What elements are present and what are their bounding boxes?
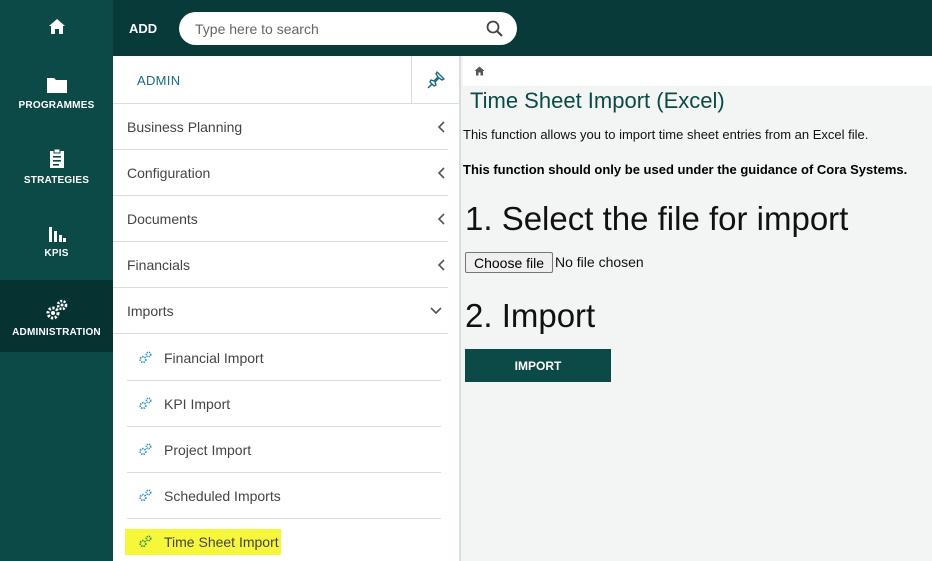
- rail-label-programmes: PROGRAMMES: [18, 100, 95, 111]
- admin-menu-panel: ADMIN Business Planning Configuration Do…: [113, 56, 461, 561]
- rail-label-administration: ADMINISTRATION: [12, 327, 101, 338]
- submenu-item-label: Scheduled Imports: [164, 488, 281, 504]
- rail-label-strategies: STRATEGIES: [23, 175, 90, 186]
- rail-kpis[interactable]: KPIS: [0, 214, 113, 278]
- panel-header: ADMIN: [113, 56, 459, 104]
- menu-item-label: Business Planning: [127, 119, 243, 135]
- bar-chart-icon: [48, 227, 66, 242]
- submenu-item-project-import[interactable]: Project Import: [127, 427, 441, 473]
- menu-item-label: Configuration: [127, 165, 211, 181]
- chevron-left-icon: [438, 259, 445, 271]
- submenu-item-time-sheet-import[interactable]: Time Sheet Import: [125, 519, 441, 561]
- main-content: Time Sheet Import (Excel) This function …: [463, 56, 932, 561]
- gears-icon: [139, 489, 152, 502]
- pin-icon: [427, 71, 445, 89]
- clipboard-icon: [49, 149, 64, 168]
- menu-item-imports[interactable]: Imports: [113, 288, 448, 334]
- intro-text: This function allows you to import time …: [463, 127, 869, 142]
- gears-icon: [46, 299, 67, 320]
- search-box: [179, 12, 517, 45]
- chevron-left-icon: [438, 167, 445, 179]
- submenu-item-kpi-import[interactable]: KPI Import: [127, 381, 441, 427]
- home-icon[interactable]: [474, 66, 485, 76]
- submenu-item-scheduled-imports[interactable]: Scheduled Imports: [127, 473, 441, 519]
- rail-home[interactable]: [0, 0, 113, 56]
- pin-button[interactable]: [411, 56, 459, 104]
- search-icon[interactable]: [486, 20, 503, 37]
- chevron-down-icon: [430, 307, 442, 315]
- submenu-item-financial-import[interactable]: Financial Import: [127, 335, 441, 381]
- gears-icon: [139, 351, 152, 364]
- chevron-left-icon: [438, 213, 445, 225]
- rail-strategies[interactable]: STRATEGIES: [0, 140, 113, 204]
- menu-item-label: Financials: [127, 257, 191, 273]
- file-status-text: No file chosen: [555, 254, 644, 270]
- top-bar: ADD: [113, 0, 932, 56]
- menu-item-business-planning[interactable]: Business Planning: [113, 104, 448, 150]
- menu-item-financials[interactable]: Financials: [113, 242, 448, 288]
- chevron-left-icon: [438, 121, 445, 133]
- gears-icon: [139, 443, 152, 456]
- gears-icon: [139, 535, 152, 548]
- folder-icon: [46, 78, 67, 93]
- import-button[interactable]: IMPORT: [465, 349, 611, 382]
- breadcrumb: [463, 56, 932, 86]
- menu-item-configuration[interactable]: Configuration: [113, 150, 448, 196]
- add-button[interactable]: ADD: [129, 21, 157, 36]
- submenu-item-label: KPI Import: [164, 396, 231, 412]
- choose-file-button[interactable]: Choose file: [465, 252, 554, 273]
- submenu-item-label: Time Sheet Import: [164, 534, 279, 550]
- submenu-item-label: Project Import: [164, 442, 252, 458]
- rail-label-kpis: KPIS: [44, 248, 69, 259]
- rail-programmes[interactable]: PROGRAMMES: [0, 66, 113, 130]
- menu-item-label: Documents: [127, 211, 198, 227]
- step1-heading: 1. Select the file for import: [465, 200, 849, 237]
- menu-item-documents[interactable]: Documents: [113, 196, 448, 242]
- menu-item-label: Imports: [127, 303, 174, 319]
- page-title: Time Sheet Import (Excel): [470, 88, 725, 113]
- rail-administration[interactable]: ADMINISTRATION: [0, 280, 113, 352]
- submenu-item-label: Financial Import: [164, 350, 264, 366]
- home-icon: [48, 19, 65, 34]
- search-input[interactable]: [195, 19, 475, 39]
- panel-title: ADMIN: [137, 73, 181, 88]
- warning-text: This function should only be used under …: [463, 162, 908, 177]
- left-navigation-rail: PROGRAMMES STRATEGIES KPIS ADMINISTRATIO…: [0, 0, 113, 561]
- gears-icon: [139, 397, 152, 410]
- step2-heading: 2. Import: [465, 297, 596, 334]
